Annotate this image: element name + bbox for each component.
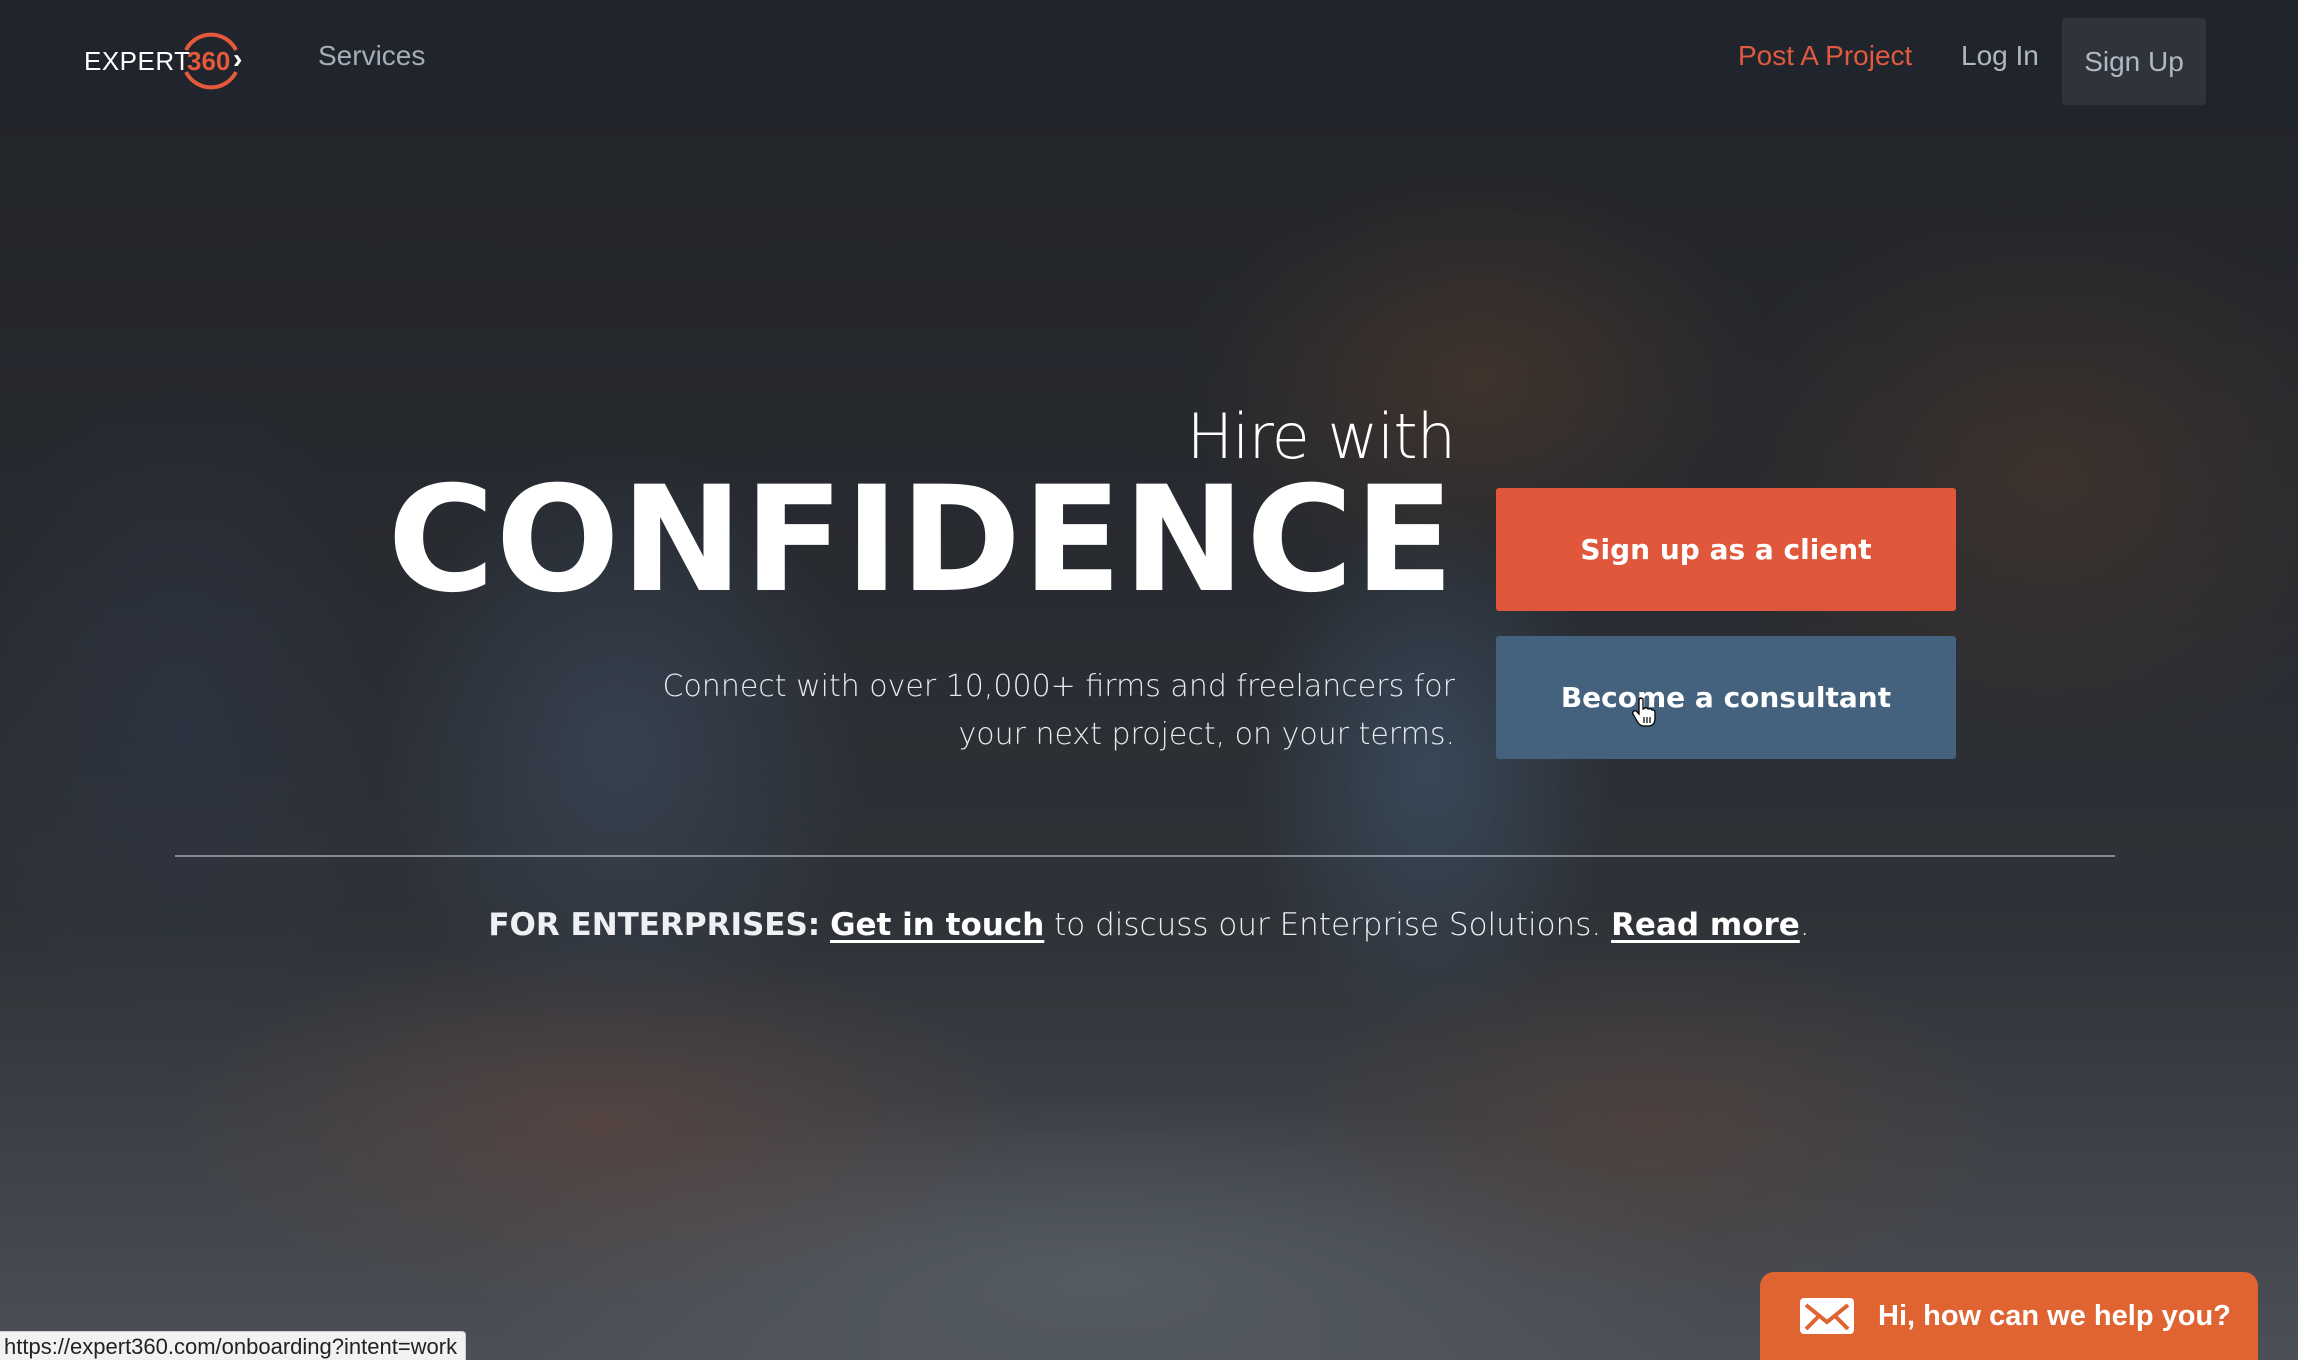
nav-login-link[interactable]: Log In [1961,40,2039,72]
top-navigation: EXPERT 360 › Services Post A Project Log… [0,0,2298,127]
hand-pointer-cursor-icon [1632,697,1656,727]
nav-signup-button[interactable]: Sign Up [2062,18,2206,105]
mail-icon [1800,1298,1854,1334]
get-in-touch-link[interactable]: Get in touch [830,907,1044,943]
signup-client-label: Sign up as a client [1580,533,1872,566]
read-more-link[interactable]: Read more [1611,907,1800,943]
logo-word: EXPERT [84,46,191,76]
browser-status-bar-url: https://expert360.com/onboarding?intent=… [0,1331,467,1360]
hero-subtitle: Connect with over 10,000+ firms and free… [662,669,1456,752]
logo-number: 360 [187,46,231,76]
hero-headline: CONFIDENCE [387,455,1455,625]
nav-services-link[interactable]: Services [318,40,425,72]
nav-post-project-link[interactable]: Post A Project [1738,40,1912,72]
section-divider [175,855,2115,857]
hero-section: Hire with CONFIDENCE Connect with over 1… [0,127,2298,1360]
expert360-logo[interactable]: EXPERT 360 › [84,28,254,94]
signup-client-button[interactable]: Sign up as a client [1496,488,1956,611]
enterprise-period: . [1799,907,1810,943]
enterprise-text: to discuss our Enterprise Solutions. [1044,907,1612,943]
enterprise-label: FOR ENTERPRISES: [488,907,821,943]
become-consultant-button[interactable]: Become a consultant [1496,636,1956,759]
help-chat-widget[interactable]: Hi, how can we help you? [1760,1272,2258,1360]
enterprise-banner: FOR ENTERPRISES: Get in touch to discuss… [0,907,2298,943]
chat-widget-label: Hi, how can we help you? [1878,1299,2231,1332]
logo-chevron-icon: › [233,43,243,74]
become-consultant-label: Become a consultant [1560,681,1892,714]
